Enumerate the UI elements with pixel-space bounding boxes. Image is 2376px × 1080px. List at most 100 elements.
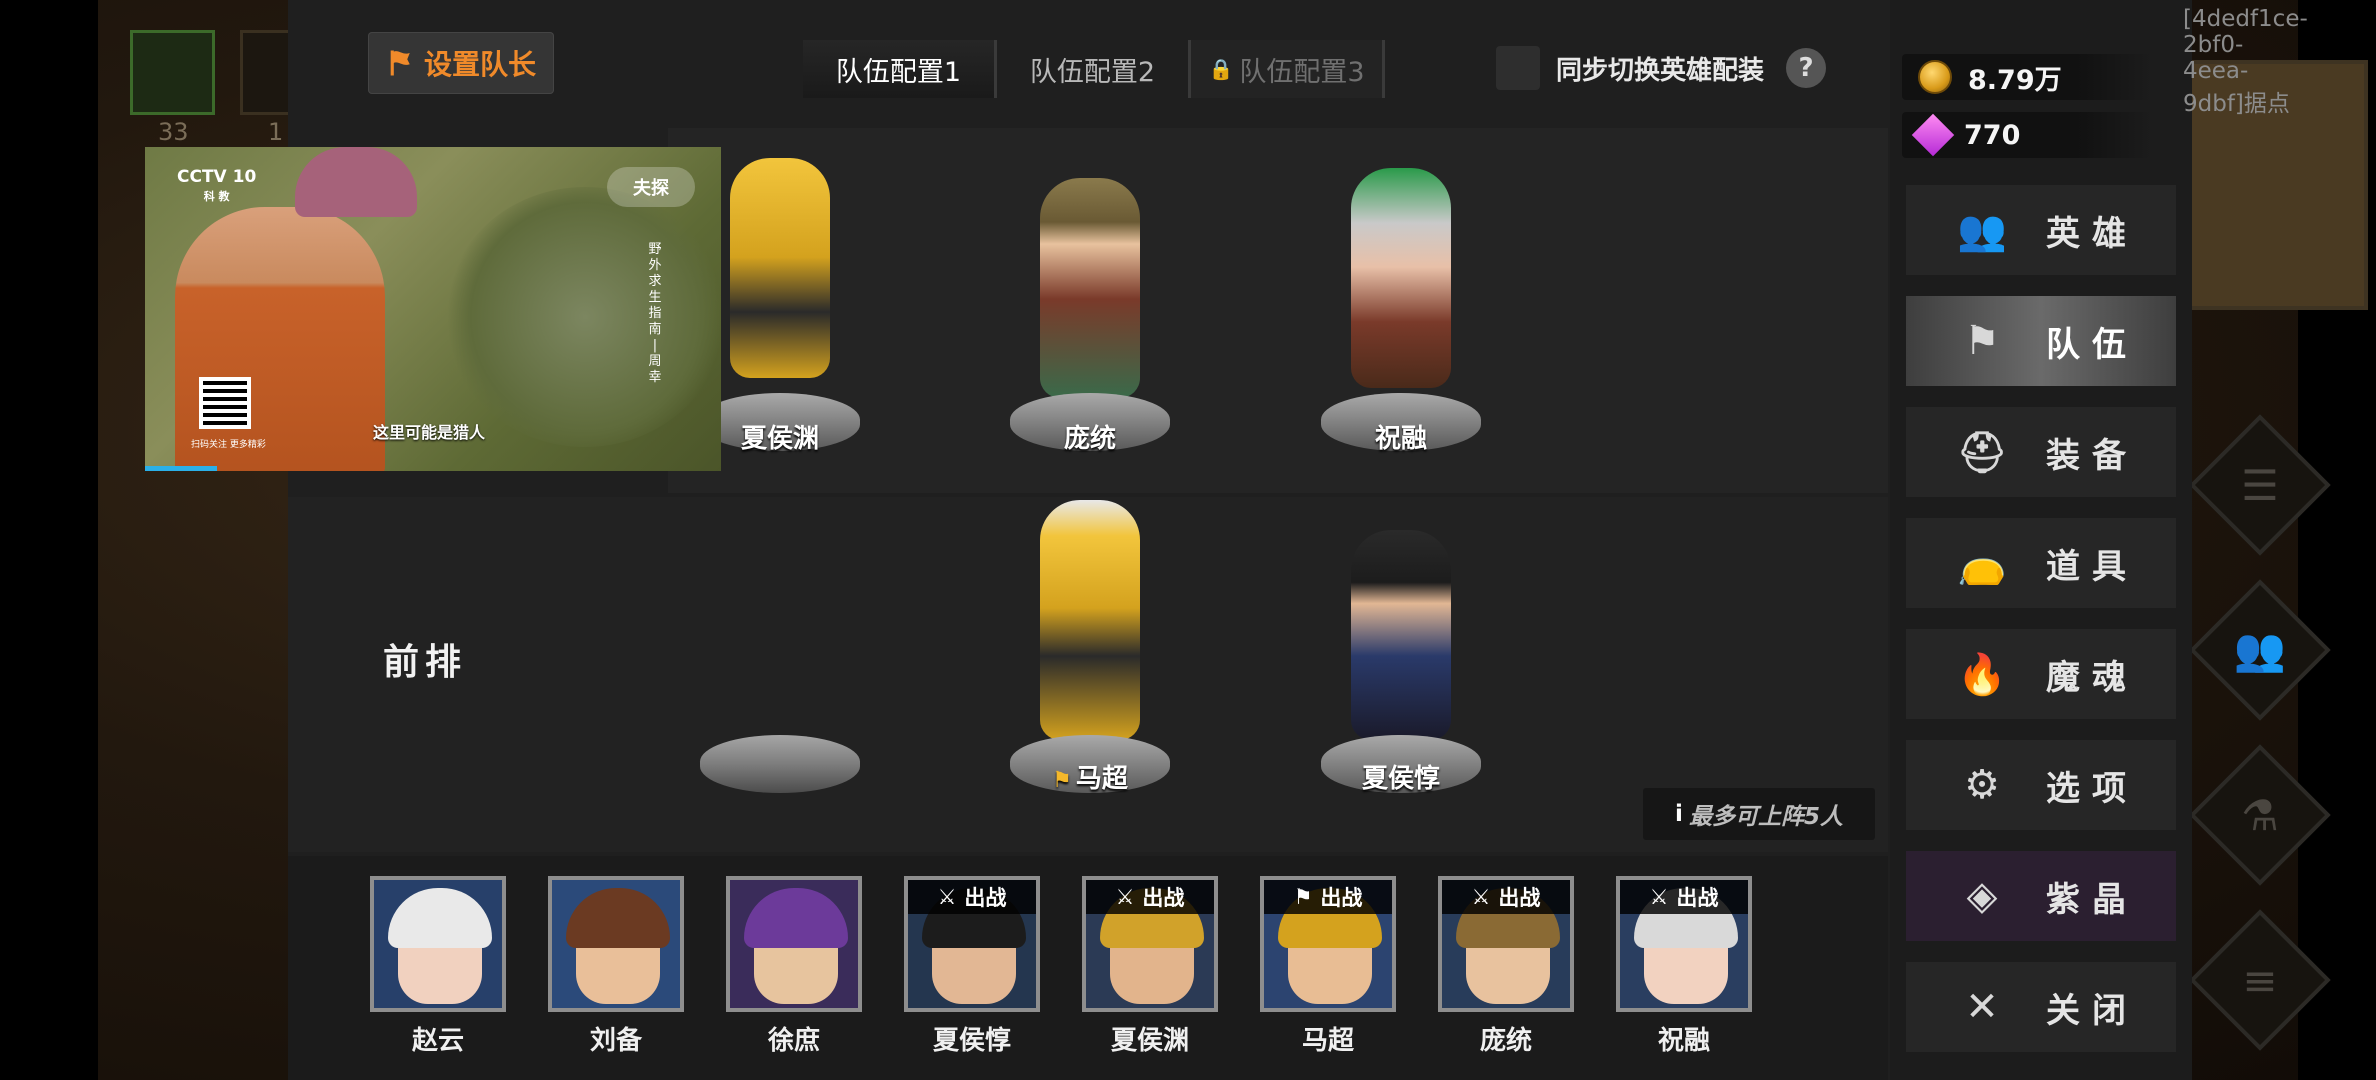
front-row-label: 前排 (383, 642, 468, 683)
list-icon: ≡ (2242, 955, 2278, 1005)
tab-label: 队伍配置1 (835, 56, 962, 88)
menu-item-4[interactable]: 🔥 魔魂 (1906, 629, 2176, 719)
world-tile-count: 33 (158, 118, 189, 146)
hero-model (1351, 168, 1451, 388)
helmet-icon: ⛑ (1956, 429, 2008, 476)
menu-item-label: 道具 (2046, 546, 2138, 587)
help-button[interactable]: ? (1786, 48, 1826, 88)
hero-card-name: 赵云 (411, 1026, 464, 1056)
menu-item-5[interactable]: ⚙ 选项 (1906, 740, 2176, 830)
hero-portrait: ⚔ 出战 (904, 876, 1040, 1012)
deployed-badge-label: 出战 (1320, 886, 1363, 910)
max-heroes-note: i 最多可上阵5人 (1643, 788, 1875, 840)
gem-display: 770 (1902, 112, 2152, 158)
tab-team-config-3[interactable]: 🔒 队伍配置3 (1191, 40, 1385, 98)
hero-model (1040, 178, 1140, 398)
users-icon: 👥 (2233, 625, 2287, 674)
set-captain-button[interactable]: 设置队长 (368, 32, 554, 94)
hero-card-name: 马超 (1301, 1026, 1354, 1056)
hero-card[interactable]: 赵云 (370, 876, 506, 1057)
potion-icon: ⚗ (2241, 790, 2279, 840)
hero-card-name: 徐庶 (767, 1026, 820, 1056)
swords-icon: ⚔ (1115, 885, 1135, 909)
menu-item-3[interactable]: 👝 道具 (1906, 518, 2176, 608)
video-scene-bush (445, 187, 721, 447)
gold-amount: 8.79万 (1968, 64, 2062, 96)
tab-label: 队伍配置2 (1029, 56, 1156, 88)
gem-icon (1911, 113, 1955, 157)
portrait-hair (744, 888, 848, 948)
deployed-badge-label: 出战 (1676, 886, 1719, 910)
formation-slot-front-3[interactable]: 夏侯惇 (1321, 500, 1481, 800)
hero-model (1040, 500, 1140, 740)
qr-code-text: 扫码关注 更多精彩 (191, 440, 266, 450)
close-icon: ✕ (1965, 984, 1999, 1030)
hero-card[interactable]: ⚔ 出战庞统 (1438, 876, 1574, 1057)
formation-slot-back-2[interactable]: 庞统 (1010, 128, 1170, 458)
video-subtitle: 这里可能是猎人 (373, 423, 486, 442)
deployed-badge-label: 出战 (1142, 886, 1185, 910)
formation-slot-front-1-empty[interactable] (700, 500, 860, 800)
hero-card[interactable]: ⚔ 出战 夏侯惇 (904, 876, 1040, 1057)
captain-name: 马超 (1075, 764, 1128, 794)
swords-icon: ⚔ (937, 885, 957, 909)
menu-item-7[interactable]: ✕ 关闭 (1906, 962, 2176, 1052)
hero-card[interactable]: 刘备 (548, 876, 684, 1057)
formation-slot-back-3[interactable]: 祝融 (1321, 128, 1481, 458)
world-skill-tile (130, 30, 215, 115)
menu-item-label: 装备 (2046, 435, 2138, 476)
menu-item-1[interactable]: ⚑ 队伍 (1906, 296, 2176, 386)
formation-slot-front-2[interactable]: ⚑ 马超 (1010, 500, 1170, 800)
gear-icon: ⚙ (1964, 762, 2000, 808)
hero-portrait: ⚔ 出战 (1438, 876, 1574, 1012)
hero-model (1351, 530, 1451, 740)
sync-equipment-checkbox[interactable] (1496, 46, 1540, 90)
max-heroes-text: 最多可上阵5人 (1688, 804, 1843, 830)
menu-item-label: 英雄 (2046, 213, 2138, 254)
menu-item-2[interactable]: ⛑ 装备 (1906, 407, 2176, 497)
team-top-bar: 设置队长 队伍配置1 队伍配置2 🔒 队伍配置3 同步切换英雄配装 ? (288, 0, 1888, 130)
side-menu: 8.79万 770 👥 英雄 ⚑ 队伍 ⛑ 装备 👝 道具 🔥 魔魂 ⚙ 选项 ◈ 紫晶 ✕ 关闭 (1890, 0, 2192, 1080)
team-config-tabs: 队伍配置1 队伍配置2 🔒 队伍配置3 (803, 40, 1385, 98)
formation-slot-back-1[interactable]: 夏侯渊 (700, 128, 860, 458)
hero-model (730, 158, 830, 378)
empty-pedestal (700, 735, 860, 793)
menu-item-label: 关闭 (2046, 990, 2138, 1031)
tab-team-config-2[interactable]: 队伍配置2 (997, 40, 1191, 98)
menu-item-0[interactable]: 👥 英雄 (1906, 185, 2176, 275)
deployed-badge: ⚔ 出战 (1086, 880, 1214, 914)
hero-card[interactable]: ⚑ 出战马超 (1260, 876, 1396, 1057)
channel-sub-text: 科 教 (203, 190, 230, 203)
flag-icon: ⚑ (1964, 318, 2000, 364)
hero-portrait (548, 876, 684, 1012)
tab-team-config-1[interactable]: 队伍配置1 (803, 40, 997, 98)
deployed-badge-label: 出战 (1498, 886, 1541, 910)
portrait-hair (388, 888, 492, 948)
users-icon: 👥 (1957, 207, 2007, 254)
hero-portrait: ⚑ 出战 (1260, 876, 1396, 1012)
deployed-badge: ⚑ 出战 (1264, 880, 1392, 914)
hero-portrait (726, 876, 862, 1012)
crystal-icon: ◈ (1966, 873, 1998, 919)
hero-card-name: 夏侯渊 (1110, 1026, 1189, 1056)
set-captain-label: 设置队长 (423, 48, 536, 81)
hero-card[interactable]: 徐庶 (726, 876, 862, 1057)
flag-icon: ⚑ (1293, 885, 1313, 909)
hero-card[interactable]: ⚔ 出战夏侯渊 (1082, 876, 1218, 1057)
hero-card[interactable]: ⚔ 出战 祝融 (1616, 876, 1752, 1057)
program-side-text: 野外求生指南 | 周幸 (648, 242, 662, 385)
video-overlay[interactable]: CCTV 10 科 教 夫探 野外求生指南 | 周幸 扫码关注 更多精彩 这里可能… (145, 147, 721, 471)
hero-roster: 赵云 刘备 徐庶 ⚔ 出战 夏侯惇 ⚔ 出战 夏侯渊 ⚑ 出战 马超 ⚔ 出战 庞统 ⚔ 出战 祝融 (288, 856, 1888, 1080)
hero-card-name: 刘备 (589, 1026, 642, 1056)
slot-hero-name: 夏侯惇 (1361, 764, 1440, 794)
video-progress-bar (145, 466, 217, 471)
hero-card-name: 庞统 (1479, 1026, 1532, 1056)
scroll-icon: ☰ (2241, 460, 2279, 510)
menu-item-6[interactable]: ◈ 紫晶 (1906, 851, 2176, 941)
hero-portrait: ⚔ 出战 (1082, 876, 1218, 1012)
slot-hero-name: ⚑ 马超 (1010, 758, 1170, 795)
program-brand: 夫探 (607, 167, 695, 207)
menu-item-label: 队伍 (2046, 324, 2138, 365)
hero-card-name: 祝融 (1657, 1026, 1710, 1056)
portrait-hair (566, 888, 670, 948)
